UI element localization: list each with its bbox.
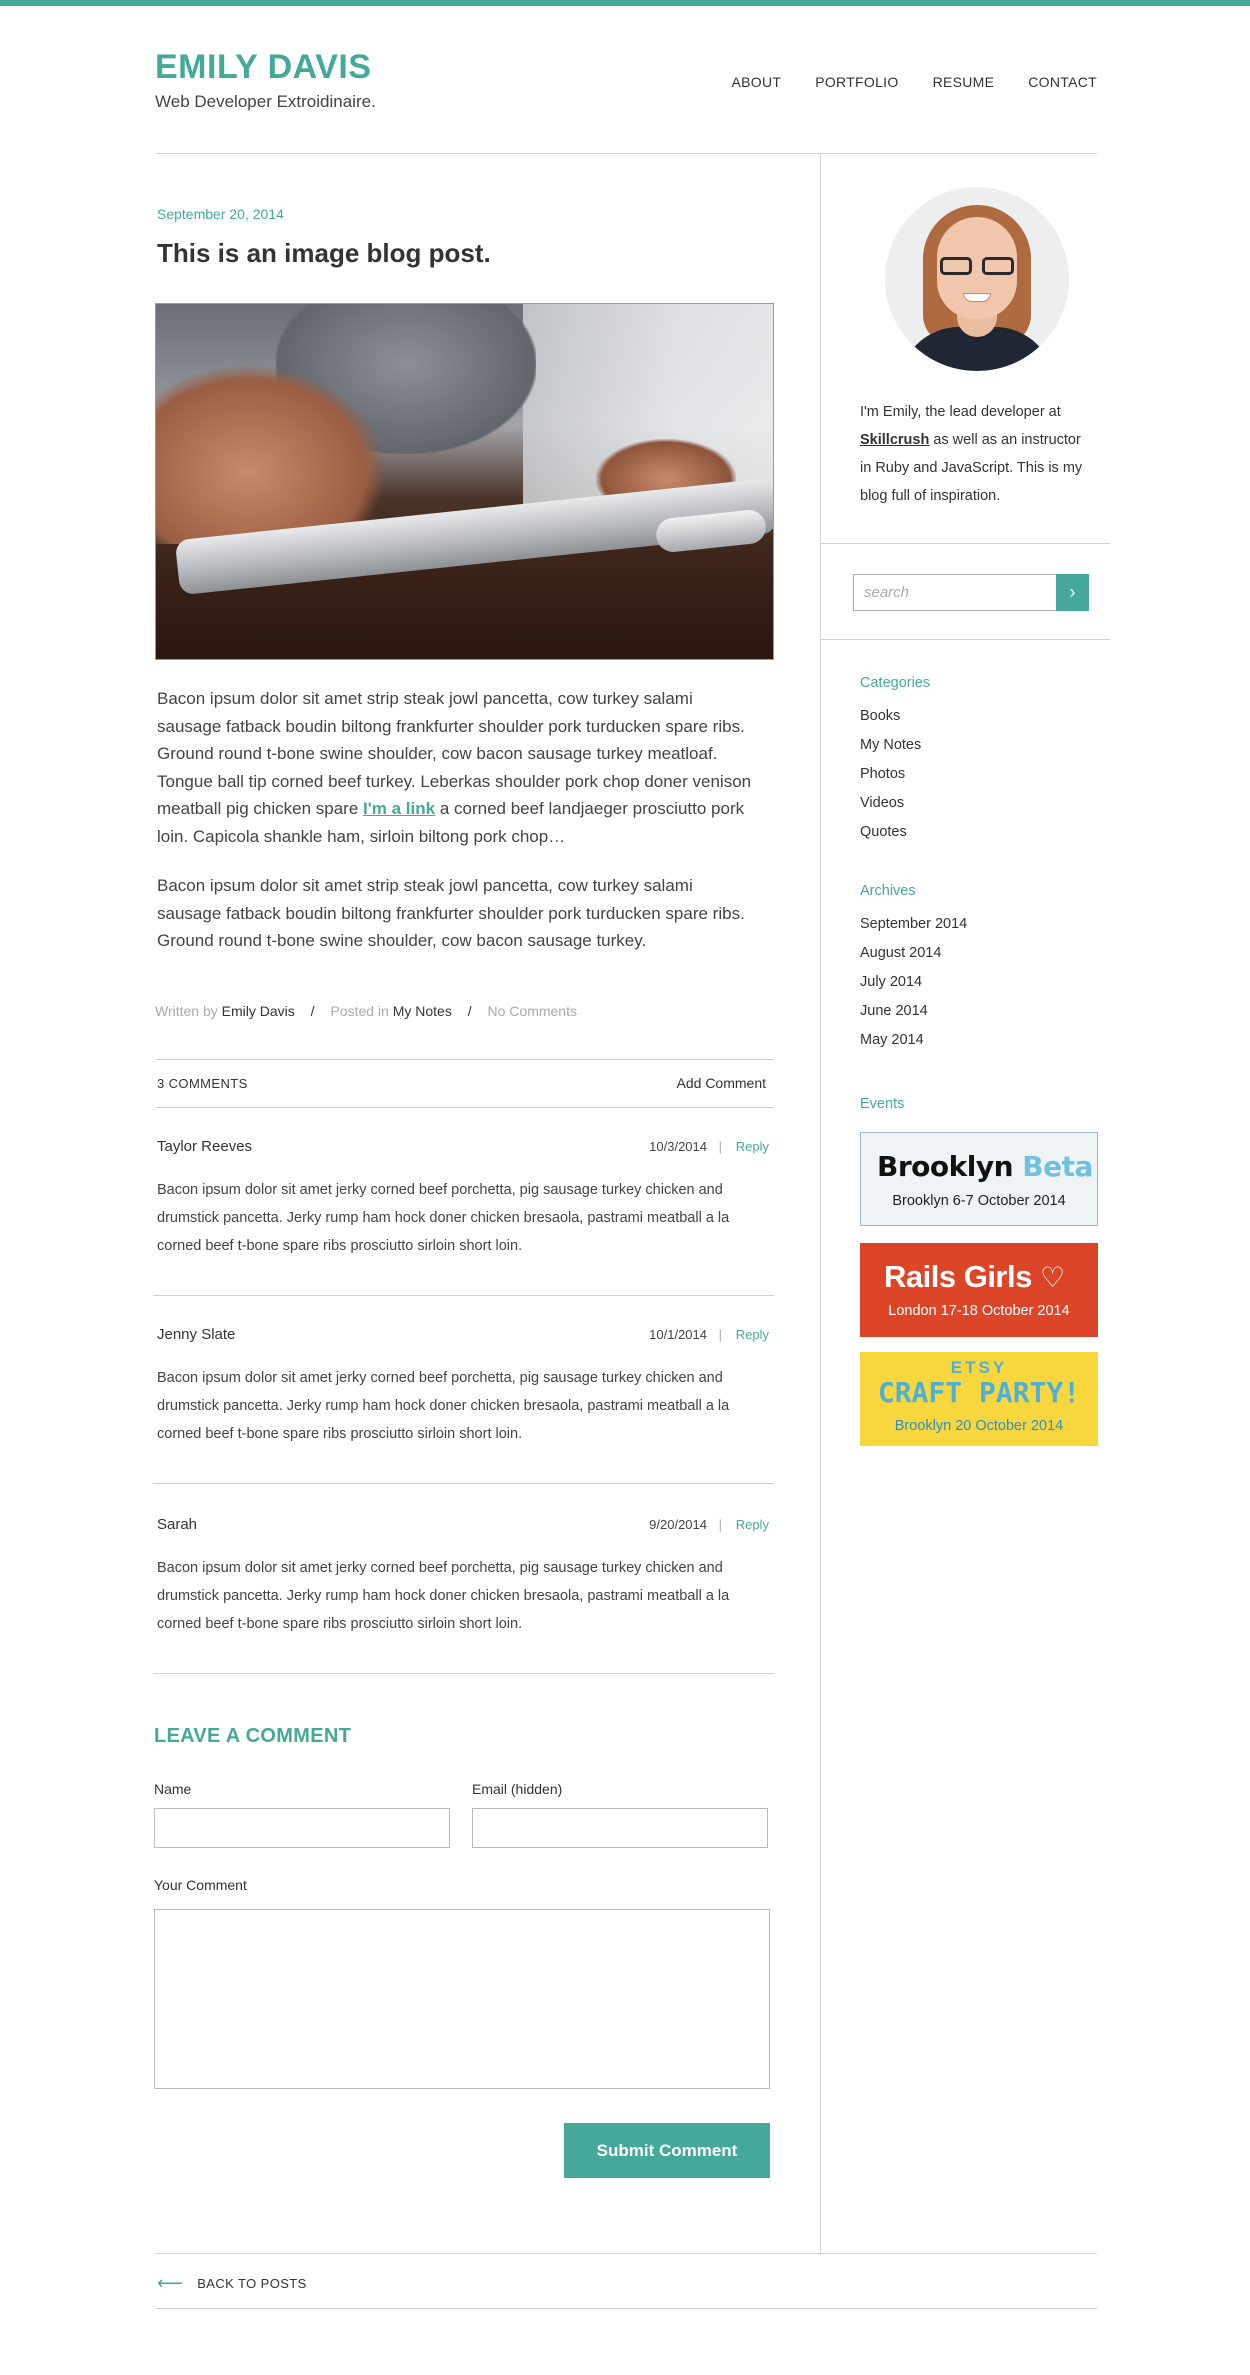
comment-text: Bacon ipsum dolor sit amet jerky corned …	[157, 1560, 730, 1632]
post-comments-link[interactable]: No Comments	[488, 1003, 577, 1019]
category-link[interactable]: Videos	[860, 795, 904, 811]
skillcrush-link[interactable]: Skillcrush	[860, 432, 929, 448]
comment-label: Your Comment	[154, 1877, 247, 1893]
post-title: This is an image blog post.	[157, 238, 491, 268]
main-nav: ABOUT PORTFOLIO RESUME CONTACT	[731, 74, 1097, 90]
comments-top-divider	[155, 1059, 774, 1060]
add-comment-link[interactable]: Add Comment	[677, 1075, 766, 1091]
submit-comment-button[interactable]: Submit Comment	[564, 2123, 770, 2178]
comment-date: 10/3/2014	[649, 1139, 707, 1154]
event-rails-girls[interactable]: Rails Girls ♡ London 17-18 October 2014	[860, 1243, 1098, 1337]
comment-author: Jenny Slate	[157, 1326, 236, 1343]
nav-resume[interactable]: RESUME	[933, 74, 995, 90]
nav-contact[interactable]: CONTACT	[1028, 74, 1097, 90]
categories-heading: Categories	[860, 675, 931, 691]
reply-link[interactable]: Reply	[736, 1517, 769, 1532]
post-meta: Written by Emily Davis / Posted in My No…	[155, 1003, 577, 1019]
event-brooklyn-beta[interactable]: Brooklyn Beta Brooklyn 6-7 October 2014	[860, 1132, 1098, 1226]
category-link[interactable]: Books	[860, 708, 900, 724]
sidebar-bio: I'm Emily, the lead developer at Skillcr…	[860, 404, 1083, 504]
inline-link[interactable]: I'm a link	[363, 799, 435, 818]
archives-list: September 2014 August 2014 July 2014 Jun…	[860, 910, 967, 1055]
heart-icon: ♡	[1040, 1262, 1066, 1293]
archives-heading: Archives	[860, 883, 916, 899]
reply-link[interactable]: Reply	[736, 1327, 769, 1342]
sidebar-divider	[820, 153, 821, 2253]
archive-link[interactable]: July 2014	[860, 974, 922, 990]
arrow-left-icon: ⟵	[157, 2273, 184, 2293]
comment-divider	[153, 1673, 774, 1674]
categories-list: Books My Notes Photos Videos Quotes	[860, 702, 921, 847]
events-heading: Events	[860, 1096, 905, 1112]
post-paragraph-1: Bacon ipsum dolor sit amet strip steak j…	[157, 689, 752, 846]
reply-link[interactable]: Reply	[736, 1139, 769, 1154]
comments-count: 3 COMMENTS	[157, 1076, 248, 1091]
back-to-posts-label: BACK TO POSTS	[197, 2276, 307, 2291]
category-link[interactable]: My Notes	[860, 737, 921, 753]
name-field[interactable]	[154, 1808, 450, 1848]
site-tagline: Web Developer Extroidinaire.	[155, 92, 376, 111]
nav-portfolio[interactable]: PORTFOLIO	[815, 74, 898, 90]
comment-divider	[153, 1295, 774, 1296]
search-input[interactable]: search	[853, 574, 1058, 611]
comment-divider	[153, 1483, 774, 1484]
comment-date: 10/1/2014	[649, 1327, 707, 1342]
email-label: Email (hidden)	[472, 1781, 563, 1797]
sidebar-divider-1	[821, 543, 1110, 544]
site-title[interactable]: EMILY DAVIS	[155, 48, 372, 87]
footer-bottom-divider	[155, 2308, 1097, 2309]
post-category-link[interactable]: My Notes	[393, 1003, 452, 1019]
category-link[interactable]: Quotes	[860, 824, 907, 840]
comments-header-divider	[155, 1107, 774, 1108]
profile-avatar	[885, 187, 1069, 371]
comment-textarea[interactable]	[154, 1909, 770, 2089]
chevron-right-icon: ›	[1069, 582, 1076, 602]
leave-comment-title: LEAVE A COMMENT	[154, 1725, 352, 1747]
nav-about[interactable]: ABOUT	[731, 74, 781, 90]
name-label: Name	[154, 1781, 192, 1797]
archive-link[interactable]: August 2014	[860, 945, 941, 961]
comment-date: 9/20/2014	[649, 1517, 707, 1532]
post-paragraph-2: Bacon ipsum dolor sit amet strip steak j…	[157, 876, 745, 950]
comment-text: Bacon ipsum dolor sit amet jerky corned …	[157, 1182, 730, 1254]
post-author-link[interactable]: Emily Davis	[222, 1003, 295, 1019]
back-to-posts-link[interactable]: ⟵ BACK TO POSTS	[157, 2273, 307, 2294]
event-etsy-craft-party[interactable]: ETSY CRAFT PARTY! Brooklyn 20 October 20…	[860, 1352, 1098, 1446]
post-date: September 20, 2014	[157, 206, 284, 222]
post-image	[155, 303, 774, 660]
footer-top-divider	[155, 2253, 1097, 2254]
archive-link[interactable]: June 2014	[860, 1003, 928, 1019]
comment-text: Bacon ipsum dolor sit amet jerky corned …	[157, 1370, 730, 1442]
email-field[interactable]	[472, 1808, 768, 1848]
header-divider	[155, 153, 1097, 154]
search-button[interactable]: ›	[1056, 574, 1089, 611]
top-accent-bar	[0, 0, 1250, 6]
sidebar-divider-2	[821, 639, 1110, 640]
comment-author: Sarah	[157, 1516, 198, 1533]
archive-link[interactable]: May 2014	[860, 1032, 924, 1048]
category-link[interactable]: Photos	[860, 766, 905, 782]
archive-link[interactable]: September 2014	[860, 916, 967, 932]
comment-author: Taylor Reeves	[157, 1138, 253, 1155]
